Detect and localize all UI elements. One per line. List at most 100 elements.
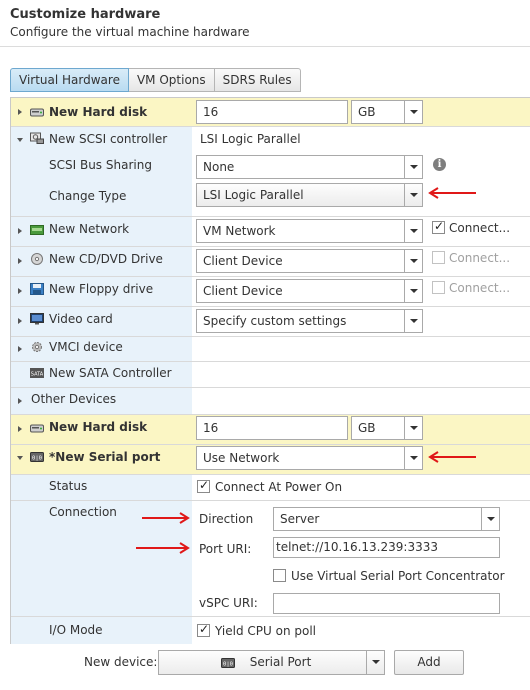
- video-card-label: Video card: [49, 312, 113, 326]
- chevron-down-icon: [404, 220, 422, 242]
- vmci-label: VMCI device: [49, 340, 123, 354]
- status-label: Status: [49, 479, 88, 493]
- expand-icon[interactable]: [18, 398, 22, 404]
- cd-dvd-connect-checkbox[interactable]: [432, 251, 445, 264]
- chevron-down-icon: [404, 280, 422, 302]
- change-type-select[interactable]: LSI Logic Parallel: [196, 183, 423, 207]
- direction-value: Server: [280, 512, 320, 526]
- port-uri-input[interactable]: telnet://10.16.13.239:3333: [273, 537, 500, 558]
- serial-port-label: *New Serial port: [49, 450, 161, 464]
- network-icon: [30, 225, 44, 235]
- direction-label: Direction: [199, 512, 254, 526]
- video-card-value: Specify custom settings: [203, 314, 347, 328]
- expand-icon[interactable]: [18, 346, 22, 352]
- row-divider: [11, 336, 530, 337]
- row-divider: [11, 246, 530, 247]
- network-select[interactable]: VM Network: [196, 219, 423, 243]
- hard-disk-1-unit-value: GB: [358, 105, 376, 119]
- chevron-down-icon: [481, 508, 499, 530]
- page-title: Customize hardware: [10, 7, 161, 22]
- chevron-down-icon: [404, 310, 422, 332]
- annotation-arrow-right: [142, 512, 190, 524]
- collapse-icon[interactable]: [17, 456, 23, 460]
- expand-icon[interactable]: [18, 109, 22, 115]
- change-type-value: LSI Logic Parallel: [203, 188, 304, 202]
- serial-port-icon: 0|0: [30, 452, 44, 462]
- expand-icon[interactable]: [18, 318, 22, 324]
- floppy-connect-label: Connect...: [449, 281, 511, 295]
- vmci-gear-icon: [32, 342, 42, 352]
- sata-label: New SATA Controller: [49, 366, 172, 380]
- row-divider: [11, 616, 530, 617]
- svg-text:0|0: 0|0: [223, 662, 233, 668]
- scsi-bus-sharing-value: None: [203, 160, 235, 174]
- annotation-arrow-left: [428, 187, 476, 199]
- expand-icon[interactable]: [18, 288, 22, 294]
- row-divider: [11, 414, 530, 415]
- scsi-bus-sharing-label: SCSI Bus Sharing: [49, 158, 152, 172]
- row-divider: [11, 361, 530, 362]
- new-device-select[interactable]: 0|0 Serial Port: [158, 650, 385, 675]
- scsi-bus-sharing-select[interactable]: None: [196, 155, 423, 179]
- row-divider: [11, 387, 530, 388]
- hard-disk-2-size-input[interactable]: 16: [196, 416, 348, 440]
- expand-icon[interactable]: [18, 426, 22, 432]
- chevron-down-icon: [404, 101, 422, 123]
- hard-disk-2-unit-value: GB: [358, 421, 376, 435]
- hard-disk-2-label: New Hard disk: [49, 420, 148, 434]
- scsi-controller-value: LSI Logic Parallel: [200, 132, 301, 146]
- tab-bar: Virtual Hardware VM Options SDRS Rules: [10, 68, 301, 92]
- connection-label: Connection: [49, 505, 117, 519]
- hardware-grid: New Hard disk 16 GB New SCSI controller …: [10, 97, 530, 644]
- row-divider: [11, 444, 530, 445]
- cd-dvd-select[interactable]: Client Device: [196, 249, 423, 273]
- yield-cpu-checkbox[interactable]: [197, 622, 210, 637]
- connect-at-power-on-checkbox[interactable]: [197, 478, 210, 493]
- network-connect-checkbox[interactable]: [432, 219, 445, 234]
- yield-cpu-label: Yield CPU on poll: [215, 624, 316, 638]
- port-uri-label: Port URI:: [199, 542, 252, 556]
- expand-icon[interactable]: [18, 258, 22, 264]
- floppy-icon: [30, 283, 44, 295]
- io-mode-label: I/O Mode: [49, 623, 103, 637]
- info-icon[interactable]: i: [433, 158, 446, 171]
- network-value: VM Network: [203, 224, 276, 238]
- chevron-down-icon: [366, 651, 384, 674]
- chevron-down-icon: [404, 156, 422, 178]
- tab-sdrs-rules[interactable]: SDRS Rules: [214, 68, 301, 92]
- chevron-down-icon: [404, 417, 422, 439]
- tab-virtual-hardware[interactable]: Virtual Hardware: [10, 68, 129, 92]
- vspc-uri-input[interactable]: [273, 593, 500, 614]
- chevron-down-icon: [404, 447, 422, 469]
- hard-disk-2-unit-select[interactable]: GB: [351, 416, 423, 440]
- vspc-concentrator-label: Use Virtual Serial Port Concentrator: [291, 569, 505, 583]
- connect-at-power-on-label: Connect At Power On: [215, 480, 343, 494]
- cd-dvd-value: Client Device: [203, 254, 283, 268]
- network-connect-label: Connect...: [449, 221, 511, 235]
- serial-port-type-select[interactable]: Use Network: [196, 446, 423, 470]
- add-device-button[interactable]: Add: [394, 650, 464, 675]
- row-divider: [11, 126, 530, 127]
- svg-text:SATA: SATA: [31, 372, 44, 378]
- chevron-down-icon: [404, 184, 422, 206]
- cd-dvd-label: New CD/DVD Drive: [49, 252, 163, 266]
- expand-icon[interactable]: [18, 228, 22, 234]
- floppy-connect-checkbox[interactable]: [432, 281, 445, 294]
- tab-vm-options[interactable]: VM Options: [128, 68, 215, 92]
- floppy-select[interactable]: Client Device: [196, 279, 423, 303]
- hard-disk-1-unit-select[interactable]: GB: [351, 100, 423, 124]
- vspc-concentrator-checkbox[interactable]: [273, 569, 286, 582]
- annotation-arrow-right: [136, 542, 190, 554]
- floppy-label: New Floppy drive: [49, 282, 154, 296]
- hard-disk-1-size-input[interactable]: 16: [196, 100, 348, 124]
- serial-port-type-value: Use Network: [203, 451, 280, 465]
- direction-select[interactable]: Server: [273, 507, 500, 531]
- hard-disk-icon: [30, 424, 44, 433]
- video-card-select[interactable]: Specify custom settings: [196, 309, 423, 333]
- vspc-uri-label: vSPC URI:: [199, 596, 258, 610]
- collapse-icon[interactable]: [17, 138, 23, 142]
- hard-disk-1-label: New Hard disk: [49, 105, 148, 119]
- video-card-icon: [30, 313, 44, 325]
- network-label: New Network: [49, 222, 130, 236]
- change-type-label: Change Type: [49, 189, 127, 203]
